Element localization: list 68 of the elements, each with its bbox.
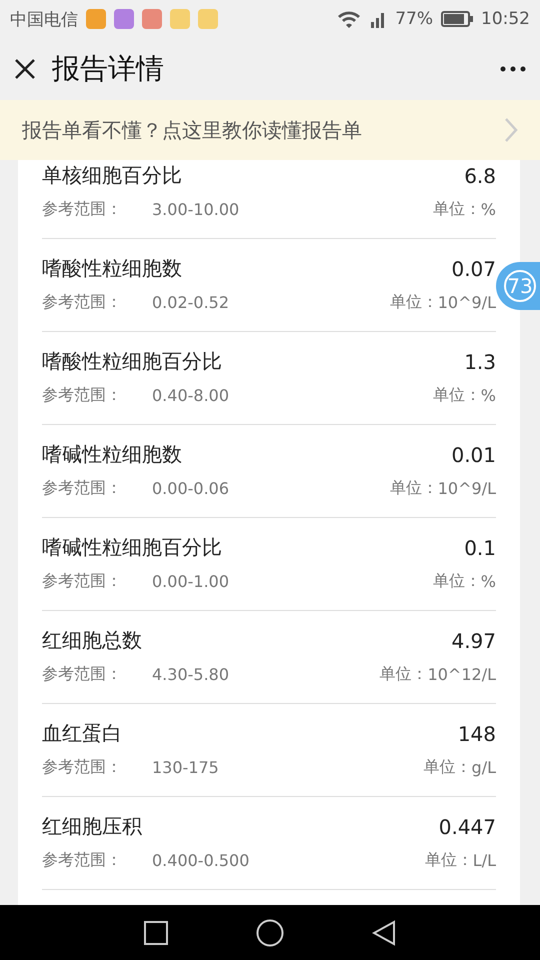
clock-time: 10:52 xyxy=(481,9,530,29)
test-name: 嗜碱性粒细胞百分比 xyxy=(42,534,223,561)
test-value: 0.01 xyxy=(451,442,496,466)
page-title: 报告详情 xyxy=(52,51,165,87)
test-value: 0.447 xyxy=(438,814,496,838)
range-label: 参考范围： xyxy=(42,850,123,871)
test-value: 6.8 xyxy=(464,164,496,188)
test-name: 嗜酸性粒细胞数 xyxy=(42,255,183,282)
test-name: 单核细胞百分比 xyxy=(42,162,183,189)
test-name: 红细胞总数 xyxy=(42,627,143,654)
unit-value: % xyxy=(480,386,496,405)
range-value: 0.00-1.00 xyxy=(152,572,230,591)
battery-percent: 77% xyxy=(395,9,433,29)
range-value: 0.00-0.06 xyxy=(152,479,230,498)
app-notification-icon xyxy=(198,9,218,29)
range-label: 参考范围： xyxy=(42,478,123,499)
range-label: 参考范围： xyxy=(42,292,123,313)
test-value: 0.07 xyxy=(451,256,496,280)
wifi-icon xyxy=(337,10,362,28)
test-value: 0.1 xyxy=(464,536,496,560)
unit-label: 单位： xyxy=(432,571,481,592)
app-notification-icon xyxy=(142,9,162,29)
unit-value: 10^12/L xyxy=(428,665,496,684)
test-value: 4.97 xyxy=(451,628,496,652)
test-name: 红细胞压积 xyxy=(42,813,143,840)
range-label: 参考范围： xyxy=(42,385,123,406)
more-icon[interactable] xyxy=(500,66,526,72)
unit-label: 单位： xyxy=(380,664,428,685)
range-value: 0.02-0.52 xyxy=(152,293,230,312)
home-icon[interactable] xyxy=(256,918,284,946)
range-value: 3.00-10.00 xyxy=(152,200,240,219)
close-icon[interactable] xyxy=(14,58,36,80)
unit-value: 10^9/L xyxy=(438,293,496,312)
app-notification-icon xyxy=(170,9,190,29)
unit-label: 单位： xyxy=(424,850,473,871)
range-value: 0.400-0.500 xyxy=(152,851,250,870)
unit-value: L/L xyxy=(472,851,496,870)
app-notification-icon xyxy=(114,9,134,29)
back-icon[interactable] xyxy=(372,920,396,946)
test-value: 148 xyxy=(458,722,496,746)
test-value: 1.3 xyxy=(464,350,496,374)
range-value: 130-175 xyxy=(152,758,220,777)
test-name: 嗜酸性粒细胞百分比 xyxy=(42,348,223,375)
unit-value: g/L xyxy=(472,758,496,777)
range-label: 参考范围： xyxy=(42,757,123,778)
carrier-name: 中国电信 xyxy=(10,8,78,30)
range-value: 0.40-8.00 xyxy=(152,386,230,405)
unit-label: 单位： xyxy=(424,757,472,778)
unit-label: 单位： xyxy=(390,478,438,499)
unit-value: % xyxy=(480,572,496,591)
range-value: 4.30-5.80 xyxy=(152,665,230,684)
range-label: 参考范围： xyxy=(42,199,123,220)
help-banner[interactable]: 报告单看不懂？点这里教你读懂报告单 xyxy=(0,100,540,160)
unit-value: 10^9/L xyxy=(438,479,496,498)
chevron-right-icon xyxy=(504,117,518,143)
unit-label: 单位： xyxy=(432,199,481,220)
battery-icon xyxy=(441,11,473,27)
range-label: 参考范围： xyxy=(42,571,123,592)
unit-label: 单位： xyxy=(432,385,481,406)
app-notification-icon xyxy=(86,9,106,29)
test-name: 嗜碱性粒细胞数 xyxy=(42,441,183,468)
test-name: 血红蛋白 xyxy=(42,720,123,747)
badge-count: 73 xyxy=(504,270,536,302)
recent-apps-icon[interactable] xyxy=(144,920,168,944)
range-label: 参考范围： xyxy=(42,664,123,685)
banner-text: 报告单看不懂？点这里教你读懂报告单 xyxy=(22,116,362,144)
unit-value: % xyxy=(480,200,496,219)
unit-label: 单位： xyxy=(390,292,438,313)
